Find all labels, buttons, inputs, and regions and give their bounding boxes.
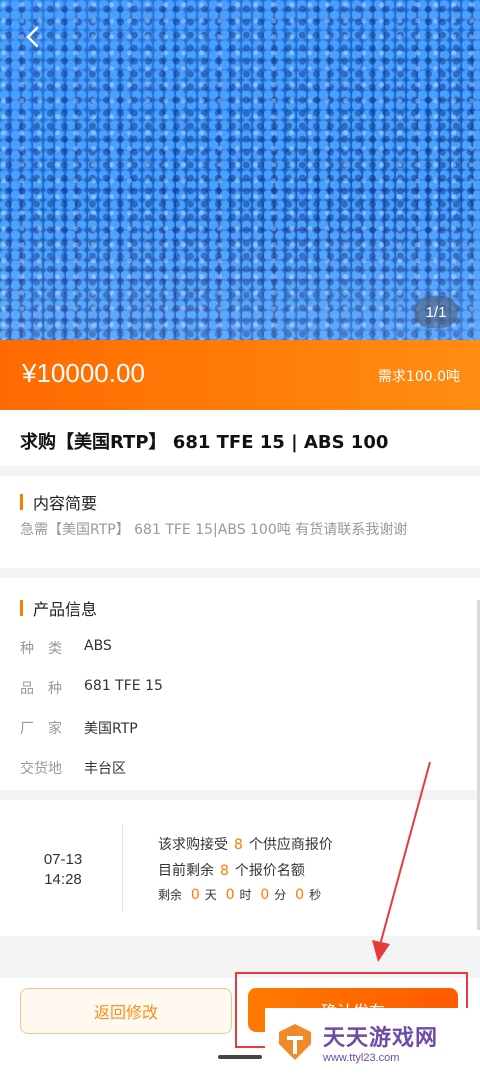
info-value: 美国RTP: [84, 721, 138, 737]
countdown-minutes: 0: [260, 887, 270, 903]
summary-heading-label: 内容简要: [33, 494, 98, 513]
quota-text: 个供应商报价: [248, 837, 333, 853]
home-indicator[interactable]: [218, 1055, 262, 1059]
section-accent-bar: [20, 600, 23, 616]
publish-datetime: 07-13 14:28: [40, 850, 86, 890]
section-accent-bar: [20, 494, 23, 510]
countdown: 剩余 0天 0时 0分 0秒: [158, 886, 321, 903]
info-label: 品 种: [20, 681, 62, 697]
info-value: 681 TFE 15: [84, 678, 163, 694]
quota-remaining-line: 目前剩余 8 个报价名额: [158, 860, 305, 880]
watermark: 天天游戏网 www.ttyl23.com: [265, 1008, 480, 1075]
divider: [122, 825, 123, 911]
info-row-manufacturer: 厂 家 美国RTP: [20, 718, 138, 738]
quota-accept-line: 该求购接受 8 个供应商报价: [158, 834, 333, 854]
quota-text: 个报价名额: [234, 863, 305, 879]
info-label: 厂 家: [20, 721, 62, 737]
price-amount: ¥10000.00: [22, 358, 145, 388]
info-heading: 产品信息: [20, 596, 97, 620]
summary-text: 急需【美国RTP】 681 TFE 15|ABS 100吨 有货请联系我谢谢: [20, 522, 408, 538]
title-card: 求购【美国RTP】 681 TFE 15 | ABS 100: [0, 410, 480, 466]
publish-date: 07-13: [43, 851, 83, 868]
info-heading-label: 产品信息: [33, 600, 98, 619]
info-row-delivery: 交货地 丰台区: [20, 758, 126, 778]
watermark-url: www.ttyl23.com: [323, 1051, 400, 1064]
back-button[interactable]: [18, 22, 48, 52]
product-info-card: 产品信息 种 类 ABS 品 种 681 TFE 15 厂 家 美国RTP 交货…: [0, 578, 480, 790]
quota-text: 目前剩余: [158, 863, 214, 879]
countdown-unit: 天: [204, 888, 217, 902]
watermark-logo-icon: [279, 1023, 311, 1060]
countdown-unit: 分: [274, 888, 287, 902]
info-row-category: 种 类 ABS: [20, 638, 112, 658]
image-page-indicator: 1/1: [414, 296, 458, 328]
quota-number: 8: [220, 863, 229, 879]
summary-heading: 内容简要: [20, 490, 97, 514]
countdown-seconds: 0: [295, 887, 305, 903]
demand-quantity: 需求100.0吨: [377, 369, 460, 385]
chevron-left-icon: [26, 26, 39, 48]
quota-text: 该求购接受: [158, 837, 228, 853]
info-row-variety: 品 种 681 TFE 15: [20, 678, 163, 698]
price-bar: ¥10000.00 需求100.0吨: [0, 340, 480, 410]
quota-card: 07-13 14:28 该求购接受 8 个供应商报价 目前剩余 8 个报价名额 剩余 0…: [0, 800, 480, 936]
product-title: 求购【美国RTP】 681 TFE 15 | ABS 100: [20, 432, 389, 453]
countdown-days: 0: [190, 887, 200, 903]
back-modify-button[interactable]: 返回修改: [20, 988, 232, 1034]
summary-card: 内容简要 急需【美国RTP】 681 TFE 15|ABS 100吨 有货请联系…: [0, 476, 480, 568]
countdown-unit: 时: [239, 888, 252, 902]
quota-number: 8: [234, 837, 243, 853]
countdown-unit: 秒: [309, 888, 322, 902]
countdown-hours: 0: [225, 887, 235, 903]
publish-time: 14:28: [44, 871, 82, 888]
product-image-overlay: [0, 0, 480, 340]
info-value: ABS: [84, 638, 112, 654]
countdown-prefix: 剩余: [158, 888, 183, 902]
info-label: 种 类: [20, 641, 62, 657]
info-value: 丰台区: [84, 761, 126, 777]
info-label: 交货地: [20, 761, 62, 777]
watermark-name: 天天游戏网: [323, 1025, 439, 1051]
